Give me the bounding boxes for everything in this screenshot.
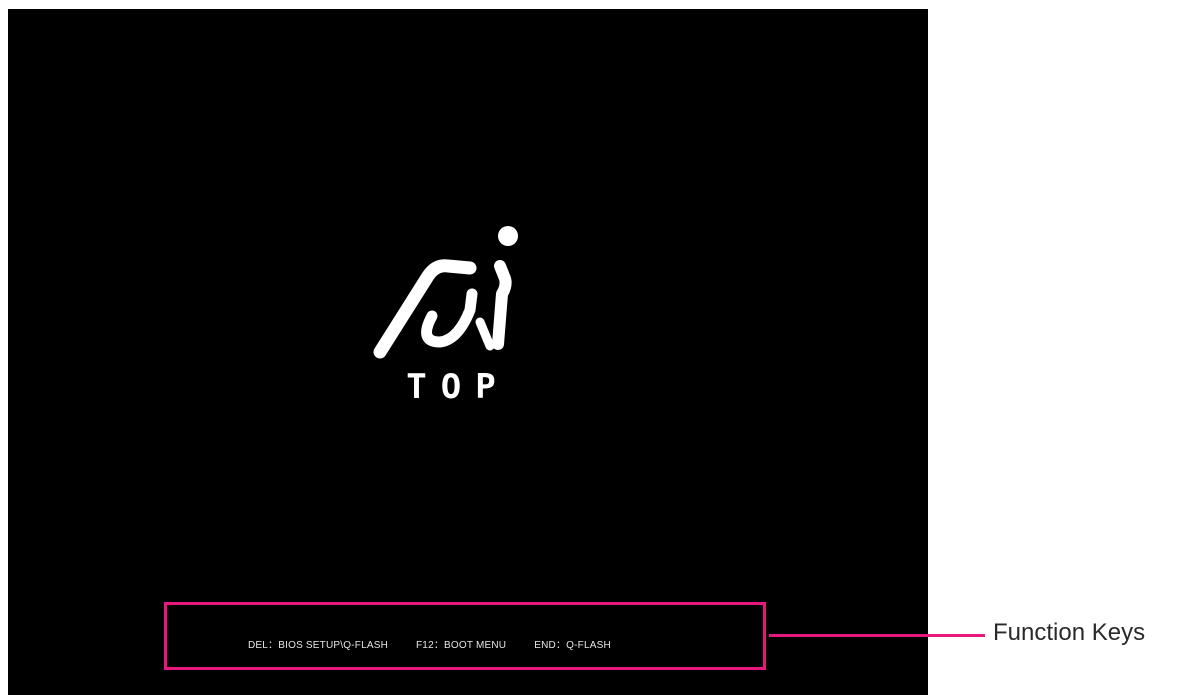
callout-connector-line — [769, 634, 985, 637]
function-keys-bar: DEL：BIOS SETUP\Q-FLASH F12：BOOT MENU END… — [248, 636, 611, 651]
manual-figure: TOP DEL：BIOS SETUP\Q-FLASH F12：BOOT MENU… — [0, 0, 1199, 695]
function-key-f12: F12：BOOT MENU — [416, 640, 507, 651]
post-screen: TOP — [8, 9, 928, 695]
logo-text: TOP — [406, 367, 509, 407]
callout-label: Function Keys — [993, 619, 1146, 646]
ai-top-logo-icon: TOP — [373, 226, 518, 407]
function-key-del: DEL：BIOS SETUP\Q-FLASH — [248, 640, 388, 651]
function-key-end: END：Q-FLASH — [534, 640, 611, 651]
